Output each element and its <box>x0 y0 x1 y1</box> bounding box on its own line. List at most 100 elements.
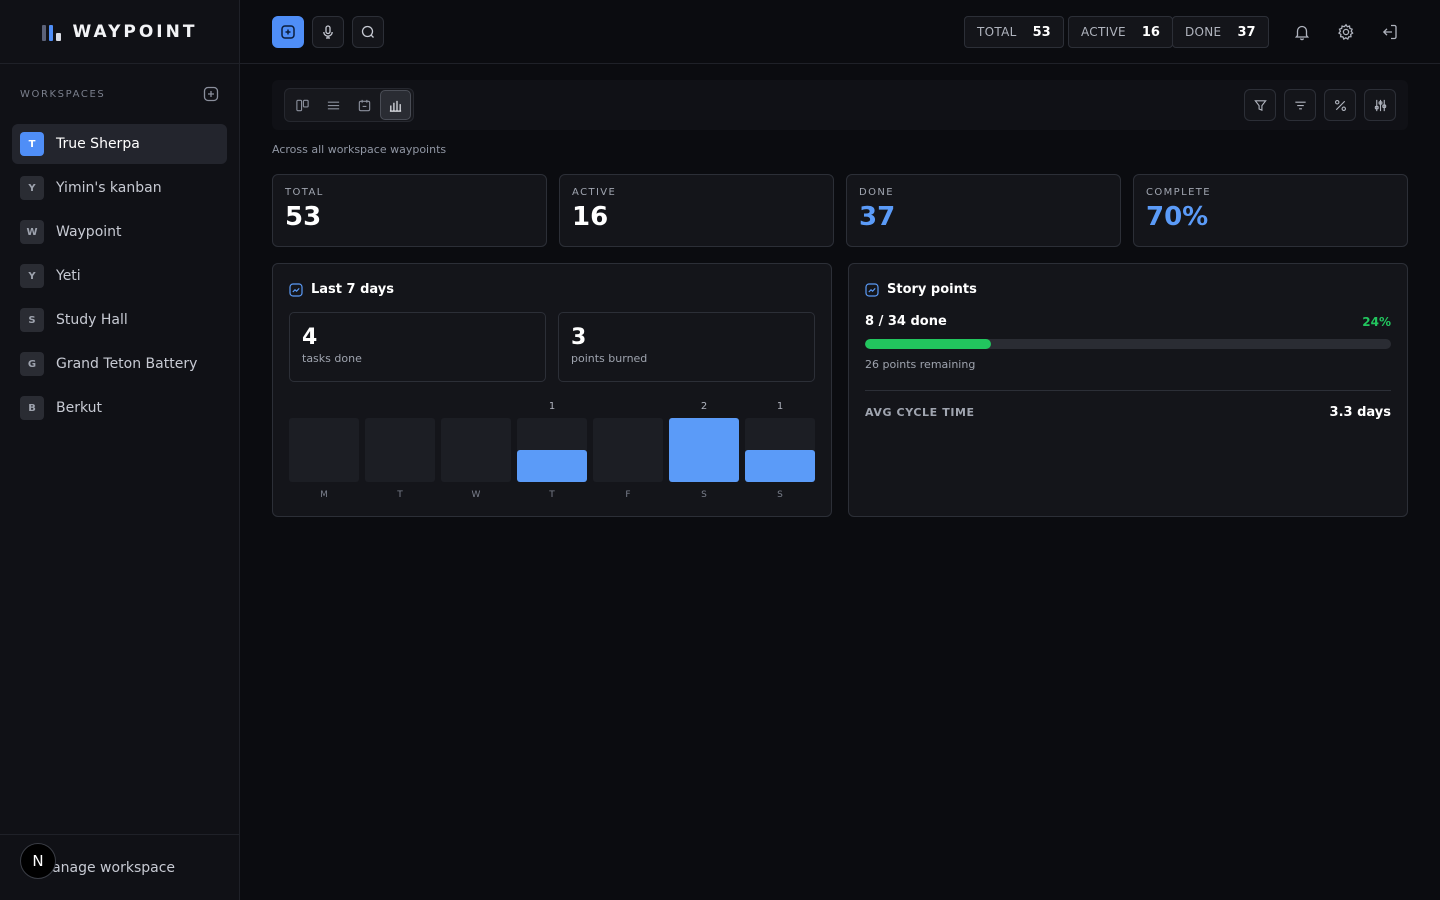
workspace-badge: B <box>20 396 44 420</box>
kpi-value: 16 <box>572 202 609 232</box>
search-button[interactable] <box>352 16 384 48</box>
percent-icon <box>1334 99 1346 111</box>
workspace-badge: G <box>20 352 44 376</box>
sidebar: WAYPOINT WORKSPACES T True Sherpa Y Yimi… <box>0 0 240 900</box>
kpi-value: 70% <box>1146 202 1209 232</box>
workspace-item-true-sherpa[interactable]: T True Sherpa <box>12 124 227 164</box>
bar-track <box>593 418 663 482</box>
tasks-done-value: 4 <box>302 325 318 350</box>
sort-lines-icon <box>1294 101 1306 109</box>
analytics-view-button[interactable] <box>379 90 411 120</box>
plus-square-icon <box>281 25 295 39</box>
workspace-label: Yeti <box>56 268 81 284</box>
last-7-days-title: Last 7 days <box>289 282 394 297</box>
gear-icon[interactable] <box>1336 22 1356 42</box>
brand[interactable]: WAYPOINT <box>0 0 239 64</box>
workspace-badge: Y <box>20 264 44 288</box>
kpi-card-active: ACTIVE 16 <box>559 174 834 247</box>
last-7-days-panel: Last 7 days 4 tasks done 3 points burned… <box>272 263 832 517</box>
new-waypoint-button[interactable] <box>272 16 304 48</box>
workspace-badge: W <box>20 220 44 244</box>
story-points-panel: Story points 8 / 34 done 24% 26 points r… <box>848 263 1408 517</box>
workspace-badge: Y <box>20 176 44 200</box>
waypoint-logo-icon <box>41 23 61 41</box>
brand-name: WAYPOINT <box>72 21 198 42</box>
x-tick-label: M <box>320 490 328 500</box>
bar-value-label: 2 <box>701 401 707 412</box>
stat-value: 53 <box>1032 24 1051 40</box>
workspace-label: Waypoint <box>56 224 122 240</box>
x-tick-label: T <box>396 490 403 500</box>
workspace-item-yeti[interactable]: Y Yeti <box>12 256 227 296</box>
board-icon <box>296 99 309 111</box>
bar-chart-icon <box>389 100 402 112</box>
active-stat-pill: ACTIVE 16 <box>1068 16 1173 48</box>
group-by-button[interactable] <box>1324 89 1356 121</box>
kpi-label: COMPLETE <box>1146 187 1212 198</box>
daily-completion-chart: M T W 1 T F 2 S 1 S <box>289 401 815 500</box>
sliders-icon <box>1374 99 1386 111</box>
workspace-item-waypoint[interactable]: W Waypoint <box>12 212 227 252</box>
add-workspace-icon[interactable] <box>203 86 219 102</box>
bell-icon[interactable] <box>1292 22 1312 42</box>
points-progress-fill <box>865 339 992 349</box>
tasks-done-card: 4 tasks done <box>289 312 546 382</box>
microphone-icon <box>323 25 333 39</box>
workspace-badge: T <box>20 132 44 156</box>
total-stat-pill: TOTAL 53 <box>964 16 1064 48</box>
kpi-label: DONE <box>859 187 894 198</box>
voice-button[interactable] <box>312 16 344 48</box>
workspace-item-grand-teton-battery[interactable]: G Grand Teton Battery <box>12 344 227 384</box>
trend-icon <box>289 282 303 297</box>
kpi-label: ACTIVE <box>572 187 617 198</box>
bar-track <box>365 418 435 482</box>
stat-label: TOTAL <box>977 25 1017 39</box>
bar-value-label: 1 <box>549 401 555 412</box>
workspace-label: True Sherpa <box>56 136 140 152</box>
list-icon <box>327 101 340 109</box>
points-remaining: 26 points remaining <box>865 358 976 371</box>
kpi-card-done: DONE 37 <box>846 174 1121 247</box>
manage-workspace-button[interactable]: Manage workspace N <box>0 834 239 900</box>
bar <box>517 450 587 482</box>
workspace-item-study-hall[interactable]: S Study Hall <box>12 300 227 340</box>
top-bar: TOTAL 53 ACTIVE 16 DONE 37 <box>240 0 1440 64</box>
calendar-view-button[interactable] <box>349 90 380 120</box>
avatar[interactable]: N <box>20 843 56 879</box>
workspace-label: Study Hall <box>56 312 128 328</box>
points-progress-bar <box>865 339 1391 349</box>
workspace-item-berkut[interactable]: B Berkut <box>12 388 227 428</box>
bar <box>745 450 815 482</box>
workspace-item-yimins-kanban[interactable]: Y Yimin's kanban <box>12 168 227 208</box>
x-tick-label: T <box>548 490 555 500</box>
story-points-title: Story points <box>865 282 977 297</box>
calendar-icon <box>358 99 371 111</box>
logout-icon[interactable] <box>1380 22 1400 42</box>
page-subtitle: Across all workspace waypoints <box>272 143 447 156</box>
points-burned-label: points burned <box>571 352 648 365</box>
workspaces-title: WORKSPACES <box>20 88 106 100</box>
bar <box>669 418 739 482</box>
view-toolbar <box>272 80 1408 130</box>
kpi-card-total: TOTAL 53 <box>272 174 547 247</box>
x-tick-label: F <box>625 490 630 500</box>
avg-cycle-time-label: AVG CYCLE TIME <box>865 406 975 419</box>
sort-button[interactable] <box>1284 89 1316 121</box>
bar-value-label: 1 <box>777 401 783 412</box>
stat-value: 16 <box>1141 24 1160 40</box>
view-switcher <box>284 88 414 122</box>
panel-title-text: Last 7 days <box>311 282 394 297</box>
stat-label: ACTIVE <box>1081 25 1126 39</box>
funnel-icon <box>1253 99 1267 111</box>
list-view-button[interactable] <box>318 90 349 120</box>
panel-title-text: Story points <box>887 282 977 297</box>
kpi-value: 37 <box>859 202 896 232</box>
avg-cycle-time-value: 3.3 days <box>1329 405 1391 420</box>
divider <box>865 390 1391 391</box>
bar-track <box>441 418 511 482</box>
display-settings-button[interactable] <box>1364 89 1396 121</box>
workspace-label: Berkut <box>56 400 103 416</box>
filter-button[interactable] <box>1244 89 1276 121</box>
kpi-value: 53 <box>285 202 322 232</box>
board-view-button[interactable] <box>287 90 318 120</box>
